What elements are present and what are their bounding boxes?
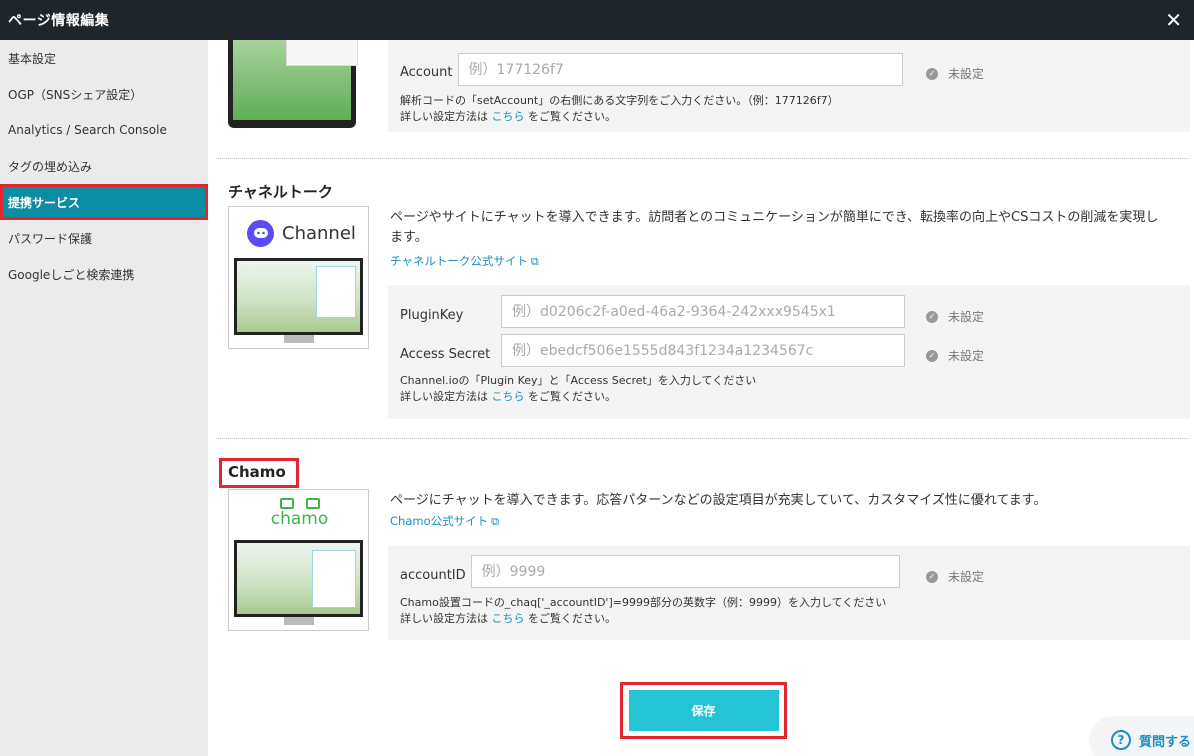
sidebar-item-label: Googleしごと検索連携 (8, 267, 135, 282)
main-content: Account ✓ 未設定 解析コードの「setAccount」の右側にある文字… (208, 40, 1194, 756)
note-prefix: 詳しい設定方法は (400, 110, 488, 123)
howto-link[interactable]: こちら (492, 390, 525, 403)
help-button[interactable]: ? 質問する (1089, 716, 1194, 756)
link-text: チャネルトーク公式サイト (390, 254, 528, 268)
monitor-stand (284, 617, 314, 625)
account-row: Account (400, 53, 903, 86)
plugin-key-status: ✓ 未設定 (926, 308, 984, 325)
note-prefix: 詳しい設定方法は (400, 612, 488, 625)
chamo-official-link[interactable]: Chamo公式サイト ⧉ (390, 513, 499, 529)
channel-note: Channel.ioの「Plugin Key」と「Access Secret」を… (400, 373, 756, 405)
status-text: 未設定 (948, 67, 985, 81)
monitor-stand (284, 335, 314, 343)
status-text: 未設定 (948, 349, 985, 363)
window-titlebar: ページ情報編集 ✕ (0, 0, 1194, 40)
sidebar-item-password[interactable]: パスワード保護 (0, 220, 208, 256)
top-settings-panel: Account ✓ 未設定 解析コードの「setAccount」の右側にある文字… (388, 40, 1190, 132)
sidebar-item-label: Analytics / Search Console (8, 123, 167, 137)
note-suffix: をご覧ください。 (528, 110, 616, 123)
save-button-highlight: 保存 (620, 682, 787, 739)
note-text: Chamo設置コードの_chaq['_accountID']=9999部分の英数… (400, 596, 887, 609)
question-icon: ? (1111, 730, 1131, 750)
account-note: 解析コードの「setAccount」の右側にある文字列をご入力ください。（例：1… (400, 93, 839, 125)
note-suffix: をご覧ください。 (528, 612, 616, 625)
channel-logo-text: Channel (282, 223, 356, 244)
account-status: ✓ 未設定 (926, 65, 984, 82)
chamo-account-input[interactable] (470, 555, 900, 588)
section-divider (216, 158, 1189, 159)
sidebar-item-label: OGP（SNSシェア設定） (8, 87, 143, 102)
status-text: 未設定 (948, 570, 985, 584)
check-circle-icon: ✓ (926, 570, 938, 583)
note-text: 解析コードの「setAccount」の右側にある文字列をご入力ください。（例：1… (400, 94, 839, 107)
howto-link[interactable]: こちら (492, 612, 525, 625)
sidebar-item-ogp[interactable]: OGP（SNSシェア設定） (0, 76, 208, 112)
help-label: 質問する (1139, 734, 1192, 750)
external-link-icon: ⧉ (491, 515, 499, 528)
channel-settings-panel: PluginKey ✓ 未設定 Access Secret ✓ 未設定 Chan… (388, 285, 1190, 419)
chamo-settings-panel: accountID ✓ 未設定 Chamo設置コードの_chaq['_accou… (388, 546, 1190, 640)
window-title: ページ情報編集 (8, 13, 110, 29)
monitor-graphic (234, 258, 363, 335)
chamo-description: ページにチャットを導入できます。応答パターンなどの設定項目が充実していて、カスタ… (390, 493, 1047, 508)
chamo-note: Chamo設置コードの_chaq['_accountID']=9999部分の英数… (400, 595, 886, 627)
account-label: Account (400, 65, 453, 80)
top-service-thumbnail (228, 40, 369, 128)
sidebar-item-label: 提携サービス (8, 195, 81, 210)
sidebar-item-google-jobs[interactable]: Googleしごと検索連携 (0, 256, 208, 292)
note-text: Channel.ioの「Plugin Key」と「Access Secret」を… (400, 374, 757, 387)
chamo-logo-text: chamo (270, 509, 329, 529)
sidebar: 基本設定 OGP（SNSシェア設定） Analytics / Search Co… (0, 40, 208, 756)
channel-thumbnail: Channel (228, 206, 369, 349)
chamo-thumbnail: chamo (228, 489, 369, 631)
access-secret-row: Access Secret (400, 334, 905, 367)
section-divider (216, 438, 1189, 439)
plugin-key-input[interactable] (501, 295, 905, 328)
chamo-section-title: Chamo (228, 463, 286, 481)
sidebar-item-analytics[interactable]: Analytics / Search Console (0, 112, 208, 148)
sidebar-item-label: パスワード保護 (8, 231, 93, 246)
chat-bubble-icon (229, 498, 368, 509)
chamo-account-label: accountID (400, 568, 466, 583)
chamo-account-row: accountID (400, 555, 900, 588)
status-text: 未設定 (948, 310, 985, 324)
sidebar-item-label: タグの埋め込み (8, 159, 93, 174)
check-circle-icon: ✓ (926, 67, 938, 80)
access-secret-input[interactable] (501, 334, 905, 367)
plugin-key-row: PluginKey (400, 295, 905, 328)
note-suffix: をご覧ください。 (528, 390, 616, 403)
sidebar-item-basic[interactable]: 基本設定 (0, 40, 208, 76)
monitor-graphic (234, 540, 363, 617)
external-link-icon: ⧉ (530, 255, 539, 268)
save-button[interactable]: 保存 (628, 690, 779, 731)
account-input[interactable] (457, 53, 903, 86)
check-circle-icon: ✓ (926, 310, 938, 323)
channel-description: ページやサイトにチャットを導入できます。訪問者とのコミュニケーションが簡単にでき… (390, 210, 1159, 245)
chamo-account-status: ✓ 未設定 (926, 568, 984, 585)
link-text: Chamo公式サイト (390, 514, 489, 528)
howto-link[interactable]: こちら (492, 110, 525, 123)
channel-logo-icon (247, 220, 274, 247)
channel-official-link[interactable]: チャネルトーク公式サイト ⧉ (390, 253, 539, 269)
sidebar-item-partner-services[interactable]: 提携サービス (0, 184, 208, 220)
access-secret-label: Access Secret (400, 347, 491, 362)
close-icon[interactable]: ✕ (1165, 10, 1182, 30)
access-secret-status: ✓ 未設定 (926, 347, 984, 364)
sidebar-item-label: 基本設定 (8, 51, 57, 66)
sidebar-item-tags[interactable]: タグの埋め込み (0, 148, 208, 184)
note-prefix: 詳しい設定方法は (400, 390, 488, 403)
check-circle-icon: ✓ (926, 349, 938, 362)
plugin-key-label: PluginKey (400, 308, 464, 323)
channel-section-title: チャネルトーク (228, 183, 333, 201)
